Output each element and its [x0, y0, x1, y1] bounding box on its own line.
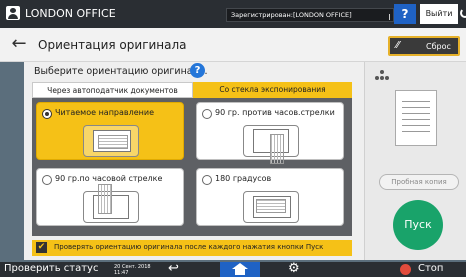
device-name: LONDON OFFICE — [25, 6, 116, 20]
radio-icon — [202, 109, 212, 119]
right-panel: Пробная копия Пуск — [364, 62, 466, 260]
radio-icon — [202, 175, 212, 185]
check-status-button[interactable]: Проверить статус — [4, 263, 98, 274]
power-icon[interactable] — [460, 8, 466, 18]
source-tabs: Через автоподатчик документов Со стекла … — [32, 82, 352, 98]
main-panel: Выберите ориентацию оригинала. ? Через а… — [24, 62, 364, 260]
question-icon[interactable]: ? — [190, 63, 205, 78]
corner-mark-icon — [387, 14, 390, 20]
option-label: 90 гр.по часовой стрелке — [55, 174, 163, 183]
gear-icon[interactable]: ⚙ — [288, 261, 300, 276]
prompt-text: Выберите ориентацию оригинала. — [34, 66, 208, 77]
stop-icon[interactable] — [400, 264, 411, 275]
sample-copy-button[interactable]: Пробная копия — [379, 174, 459, 190]
scanner-glass-icon — [243, 191, 299, 223]
user-area: LONDON OFFICE — [6, 6, 116, 20]
option-180[interactable]: 180 градусов — [196, 168, 344, 226]
top-bar: LONDON OFFICE Зарегистрирован:[LONDON OF… — [0, 0, 466, 28]
back-arrow-button[interactable]: ← — [8, 34, 30, 56]
date-time: 20 Сент. 2018 11:47 — [114, 264, 154, 276]
home-icon[interactable] — [220, 262, 260, 277]
help-button[interactable]: ? — [394, 4, 416, 24]
preview-icon[interactable] — [375, 70, 389, 82]
login-status: Зарегистрирован:[LONDON OFFICE] — [226, 8, 394, 22]
reset-label: Сброс — [426, 42, 451, 51]
user-icon — [6, 6, 20, 20]
reset-button[interactable]: ⁄⁄ Сброс — [388, 36, 460, 56]
document-icon — [93, 195, 129, 219]
verify-orientation-label: Проверять ориентацию оригинала после каж… — [54, 243, 324, 251]
document-icon — [93, 130, 131, 152]
option-label: 180 градусов — [215, 174, 272, 183]
checkmark-icon: ✔ — [36, 242, 47, 253]
return-icon[interactable]: ↩ — [168, 261, 179, 276]
stop-button[interactable]: Стоп — [418, 263, 443, 274]
option-90-cw[interactable]: 90 гр.по часовой стрелке — [36, 168, 184, 226]
scanner-glass-icon — [83, 125, 139, 157]
option-label: 90 гр. против часов.стрелки — [215, 108, 335, 117]
radio-icon — [42, 109, 52, 119]
option-readable[interactable]: Читаемое направление — [36, 102, 184, 160]
radio-icon — [42, 175, 52, 185]
page-title: Ориентация оригинала — [38, 38, 187, 52]
bottom-bar: Проверить статус 20 Сент. 2018 11:47 ↩ ⚙… — [0, 261, 466, 277]
option-90-ccw[interactable]: 90 гр. против часов.стрелки — [196, 102, 344, 160]
orientation-options: Читаемое направление 90 гр. против часов… — [32, 98, 352, 236]
scanner-glass-icon — [243, 125, 299, 157]
option-label: Читаемое направление — [55, 108, 155, 117]
verify-orientation-checkbox[interactable]: ✔ Проверять ориентацию оригинала после к… — [32, 240, 352, 256]
scanner-glass-icon — [83, 191, 139, 223]
logout-button[interactable]: Выйти — [420, 4, 458, 24]
tab-adf[interactable]: Через автоподатчик документов — [32, 82, 193, 98]
start-button[interactable]: Пуск — [393, 200, 443, 250]
login-status-text: Зарегистрирован:[LONDON OFFICE] — [231, 11, 352, 19]
document-icon — [253, 129, 289, 153]
document-preview — [395, 90, 437, 146]
time-text: 11:47 — [114, 270, 129, 276]
tab-glass[interactable]: Со стекла экспонирования — [193, 82, 352, 98]
reset-icon: ⁄⁄ — [396, 40, 400, 51]
document-icon — [253, 196, 291, 218]
